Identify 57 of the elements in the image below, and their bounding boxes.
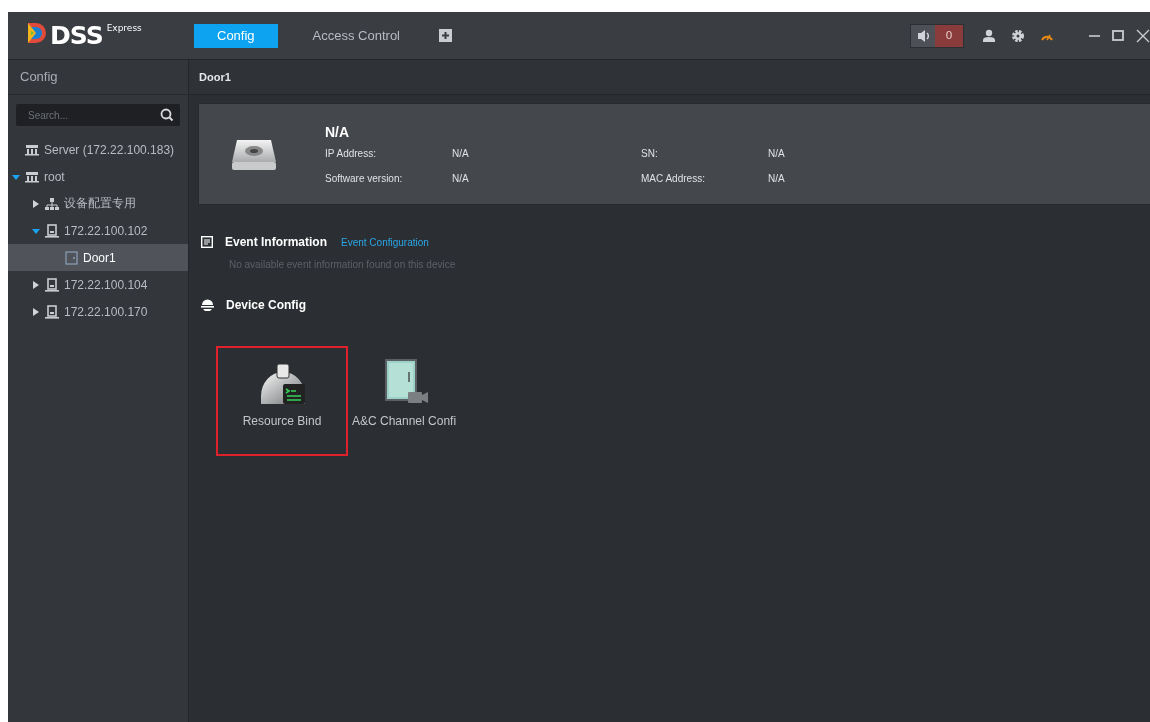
tree-item[interactable]: root: [8, 163, 188, 190]
maximize-icon: [1112, 30, 1124, 41]
expand-arrow-icon: [32, 199, 40, 208]
field-label: IP Address:: [325, 148, 377, 159]
collapse-arrow-icon: [12, 172, 20, 181]
device-icon: [45, 277, 59, 292]
config-tile[interactable]: Resource Bind: [216, 346, 348, 456]
expand-arrow-icon: [32, 280, 40, 289]
add-tab-button[interactable]: [439, 29, 452, 42]
minimize-icon: [1089, 34, 1100, 37]
network-icon: [45, 196, 59, 211]
panel-title: Config: [8, 60, 188, 95]
close-button[interactable]: [1136, 28, 1150, 43]
alarm-count: 0: [935, 24, 963, 47]
tree-item[interactable]: 172.22.100.102: [8, 217, 188, 244]
field-label: MAC Address:: [641, 173, 706, 184]
tree-item[interactable]: 172.22.100.104: [8, 271, 188, 298]
door-icon: [65, 250, 78, 265]
server-icon: [25, 169, 39, 184]
search-field[interactable]: Search...: [16, 104, 180, 126]
tree-item[interactable]: Door1: [8, 244, 188, 271]
maximize-button[interactable]: [1112, 28, 1124, 43]
event-configuration-link[interactable]: Event Configuration: [341, 236, 429, 248]
tree-item[interactable]: 设备配置专用: [8, 190, 188, 217]
expand-arrow-icon: [32, 307, 40, 316]
collapse-arrow-icon: [32, 226, 40, 235]
tab[interactable]: Access Control: [289, 23, 423, 48]
field-value: N/A: [452, 173, 470, 184]
user-button[interactable]: [982, 28, 996, 43]
settings-icon: [1011, 28, 1025, 43]
plus-icon: [439, 29, 452, 42]
device-icon: [45, 223, 59, 238]
close-icon: [1136, 28, 1150, 43]
logo-text: DSS: [50, 20, 103, 51]
settings-button[interactable]: [1011, 28, 1025, 43]
logo-edition: Express: [106, 22, 142, 33]
device-name: N/A: [325, 124, 351, 140]
field-value: N/A: [768, 148, 786, 159]
speaker-icon: [916, 27, 930, 44]
breadcrumb: Door1: [189, 60, 1150, 95]
field-value: N/A: [452, 148, 470, 159]
logo-icon: [26, 20, 46, 45]
field-value: N/A: [768, 173, 786, 184]
document-icon: [201, 236, 213, 248]
field-label: Software version:: [325, 173, 404, 184]
dome-camera-icon: [201, 298, 214, 312]
config-tile[interactable]: A&C Channel Confi: [348, 346, 461, 456]
section-title: Event Information: [225, 235, 327, 249]
volume-button[interactable]: [911, 24, 935, 47]
device-icon: [45, 304, 59, 319]
field-label: SN:: [641, 148, 659, 159]
tree-item[interactable]: Server (172.22.100.183): [8, 136, 188, 163]
server-icon: [25, 142, 39, 157]
section-title: Device Config: [226, 298, 306, 312]
tree-item[interactable]: 172.22.100.170: [8, 298, 188, 325]
search-icon: [160, 108, 174, 122]
user-icon: [982, 28, 996, 43]
